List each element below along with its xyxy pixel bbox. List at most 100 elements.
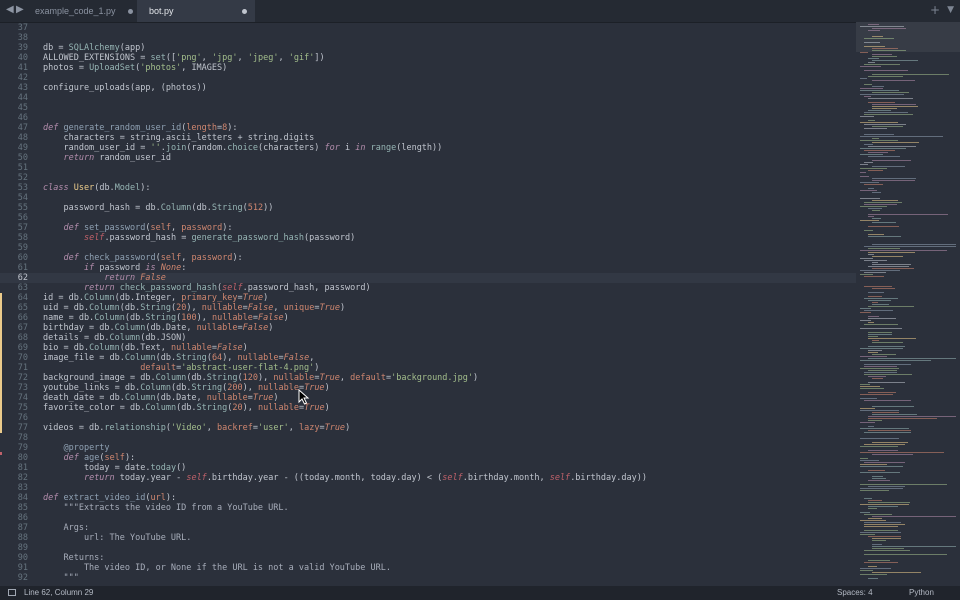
- code-line[interactable]: 67 birthday = db.Column(db.Date, nullable…: [0, 323, 856, 333]
- code-line[interactable]: 54: [0, 193, 856, 203]
- code-editor[interactable]: 37 38 39 db = SQLAlchemy(app) 40 ALLOWED_EXTE…: [0, 22, 856, 586]
- code-line[interactable]: 86: [0, 513, 856, 523]
- code-line[interactable]: 62 return False: [0, 273, 856, 283]
- code-line[interactable]: 64 id = db.Column(db.Integer, primary_key…: [0, 293, 856, 303]
- code-line[interactable]: 88 url: The YouTube URL.: [0, 533, 856, 543]
- panel-toggle-icon[interactable]: [8, 589, 16, 596]
- code-line[interactable]: 49 random_user_id = ''.join(random.choic…: [0, 143, 856, 153]
- minimap-line: [860, 408, 875, 409]
- line-code: Args:: [43, 523, 90, 533]
- code-line[interactable]: 90 Returns:: [0, 553, 856, 563]
- minimap-line: [872, 80, 915, 81]
- line-number: 55: [17, 203, 28, 213]
- code-line[interactable]: 47 def generate_random_user_id(length=8):: [0, 123, 856, 133]
- chevron-left-icon[interactable]: ◀: [6, 4, 14, 15]
- code-line[interactable]: 84 def extract_video_id(url):: [0, 493, 856, 503]
- minimap-line: [868, 152, 888, 153]
- line-number: 60: [17, 253, 28, 263]
- minimap-line: [860, 504, 909, 505]
- code-line[interactable]: 40 ALLOWED_EXTENSIONS = set(['png', 'jpg'…: [0, 53, 856, 63]
- minimap-line: [860, 348, 903, 349]
- code-line[interactable]: 72 background_image = db.Column(db.String…: [0, 373, 856, 383]
- code-line[interactable]: 71 default='abstract-user-flat-4.png'): [0, 363, 856, 373]
- tab-example-code[interactable]: example_code_1.py: [23, 0, 141, 22]
- minimap-line: [864, 276, 884, 277]
- minimap-line: [872, 378, 883, 379]
- code-line[interactable]: 37: [0, 23, 856, 33]
- code-line[interactable]: 41 photos = UploadSet('photos', IMAGES): [0, 63, 856, 73]
- code-line[interactable]: 79 @property: [0, 443, 856, 453]
- code-line[interactable]: 87 Args:: [0, 523, 856, 533]
- code-line[interactable]: 92 """: [0, 573, 856, 583]
- code-line[interactable]: 61 if password is None:: [0, 263, 856, 273]
- code-line[interactable]: 68 details = db.Column(db.JSON): [0, 333, 856, 343]
- code-line[interactable]: 91 The video ID, or None if the URL is n…: [0, 563, 856, 573]
- code-line[interactable]: 59: [0, 243, 856, 253]
- modified-dot-icon[interactable]: [128, 9, 133, 14]
- minimap-line: [860, 394, 893, 395]
- code-line[interactable]: 74 death_date = db.Column(db.Date, nullab…: [0, 393, 856, 403]
- minimap-line: [860, 464, 887, 465]
- code-line[interactable]: 45: [0, 103, 856, 113]
- minimap-line: [860, 136, 943, 137]
- syntax-selector[interactable]: Python: [909, 586, 934, 600]
- code-line[interactable]: 78: [0, 433, 856, 443]
- modified-dot-icon[interactable]: [242, 9, 247, 14]
- code-line[interactable]: 76: [0, 413, 856, 423]
- chevron-down-icon[interactable]: ▼: [947, 5, 954, 15]
- minimap-line: [868, 188, 874, 189]
- minimap-line: [864, 530, 898, 531]
- code-line[interactable]: 83: [0, 483, 856, 493]
- code-line[interactable]: 80 def age(self):: [0, 453, 856, 463]
- code-line[interactable]: 89: [0, 543, 856, 553]
- line-number: 46: [17, 113, 28, 123]
- minimap-line: [868, 350, 882, 351]
- code-line[interactable]: 60 def check_password(self, password):: [0, 253, 856, 263]
- code-line[interactable]: 56: [0, 213, 856, 223]
- code-line[interactable]: 39 db = SQLAlchemy(app): [0, 43, 856, 53]
- code-line[interactable]: 82 return today.year - self.birthday.yea…: [0, 473, 856, 483]
- line-code: default='abstract-user-flat-4.png'): [140, 363, 320, 373]
- code-line[interactable]: 65 uid = db.Column(db.String(20), nullabl…: [0, 303, 856, 313]
- indentation-setting[interactable]: Spaces: 4: [837, 586, 873, 600]
- code-line[interactable]: 63 return check_password_hash(self.passw…: [0, 283, 856, 293]
- code-line[interactable]: 52: [0, 173, 856, 183]
- code-line[interactable]: 42: [0, 73, 856, 83]
- minimap-line: [860, 116, 874, 117]
- code-line[interactable]: 66 name = db.Column(db.String(100), nulla…: [0, 313, 856, 323]
- code-line[interactable]: 50 return random_user_id: [0, 153, 856, 163]
- tab-bot-py[interactable]: bot.py: [137, 0, 255, 22]
- minimap[interactable]: [856, 22, 960, 586]
- code-line[interactable]: 53 class User(db.Model):: [0, 183, 856, 193]
- code-line[interactable]: 73 youtube_links = db.Column(db.String(20…: [0, 383, 856, 393]
- code-line[interactable]: 58 self.password_hash = generate_passwor…: [0, 233, 856, 243]
- code-line[interactable]: 81 today = date.today(): [0, 463, 856, 473]
- minimap-line: [872, 476, 883, 477]
- code-line[interactable]: 46: [0, 113, 856, 123]
- code-line[interactable]: 69 bio = db.Column(db.Text, nullable=Fals…: [0, 343, 856, 353]
- plus-icon[interactable]: +: [930, 3, 940, 17]
- code-line[interactable]: 38: [0, 33, 856, 43]
- code-line[interactable]: 85 """Extracts the video ID from a YouTu…: [0, 503, 856, 513]
- code-line[interactable]: 57 def set_password(self, password):: [0, 223, 856, 233]
- minimap-line: [872, 126, 903, 127]
- line-code: uid = db.Column(db.String(20), nullable=…: [43, 303, 346, 313]
- code-line[interactable]: 70 image_file = db.Column(db.String(64), …: [0, 353, 856, 363]
- line-number: 40: [17, 53, 28, 63]
- minimap-line: [864, 366, 897, 367]
- line-code: @property: [63, 443, 110, 453]
- code-line[interactable]: 77 videos = db.relationship('Video', back…: [0, 423, 856, 433]
- code-line[interactable]: 51: [0, 163, 856, 173]
- code-line[interactable]: 43 configure_uploads(app, (photos)): [0, 83, 856, 93]
- code-line[interactable]: 48 characters = string.ascii_letters + s…: [0, 133, 856, 143]
- minimap-line: [864, 144, 873, 145]
- minimap-line: [872, 244, 956, 245]
- code-line[interactable]: 44: [0, 93, 856, 103]
- code-line[interactable]: 55 password_hash = db.Column(db.String(5…: [0, 203, 856, 213]
- line-code: return random_user_id: [63, 153, 171, 163]
- code-line[interactable]: 75 favorite_color = db.Column(db.String(2…: [0, 403, 856, 413]
- line-code: def set_password(self, password):: [63, 223, 233, 233]
- minimap-line: [868, 480, 890, 481]
- line-number: 91: [17, 563, 28, 573]
- minimap-line: [864, 400, 911, 401]
